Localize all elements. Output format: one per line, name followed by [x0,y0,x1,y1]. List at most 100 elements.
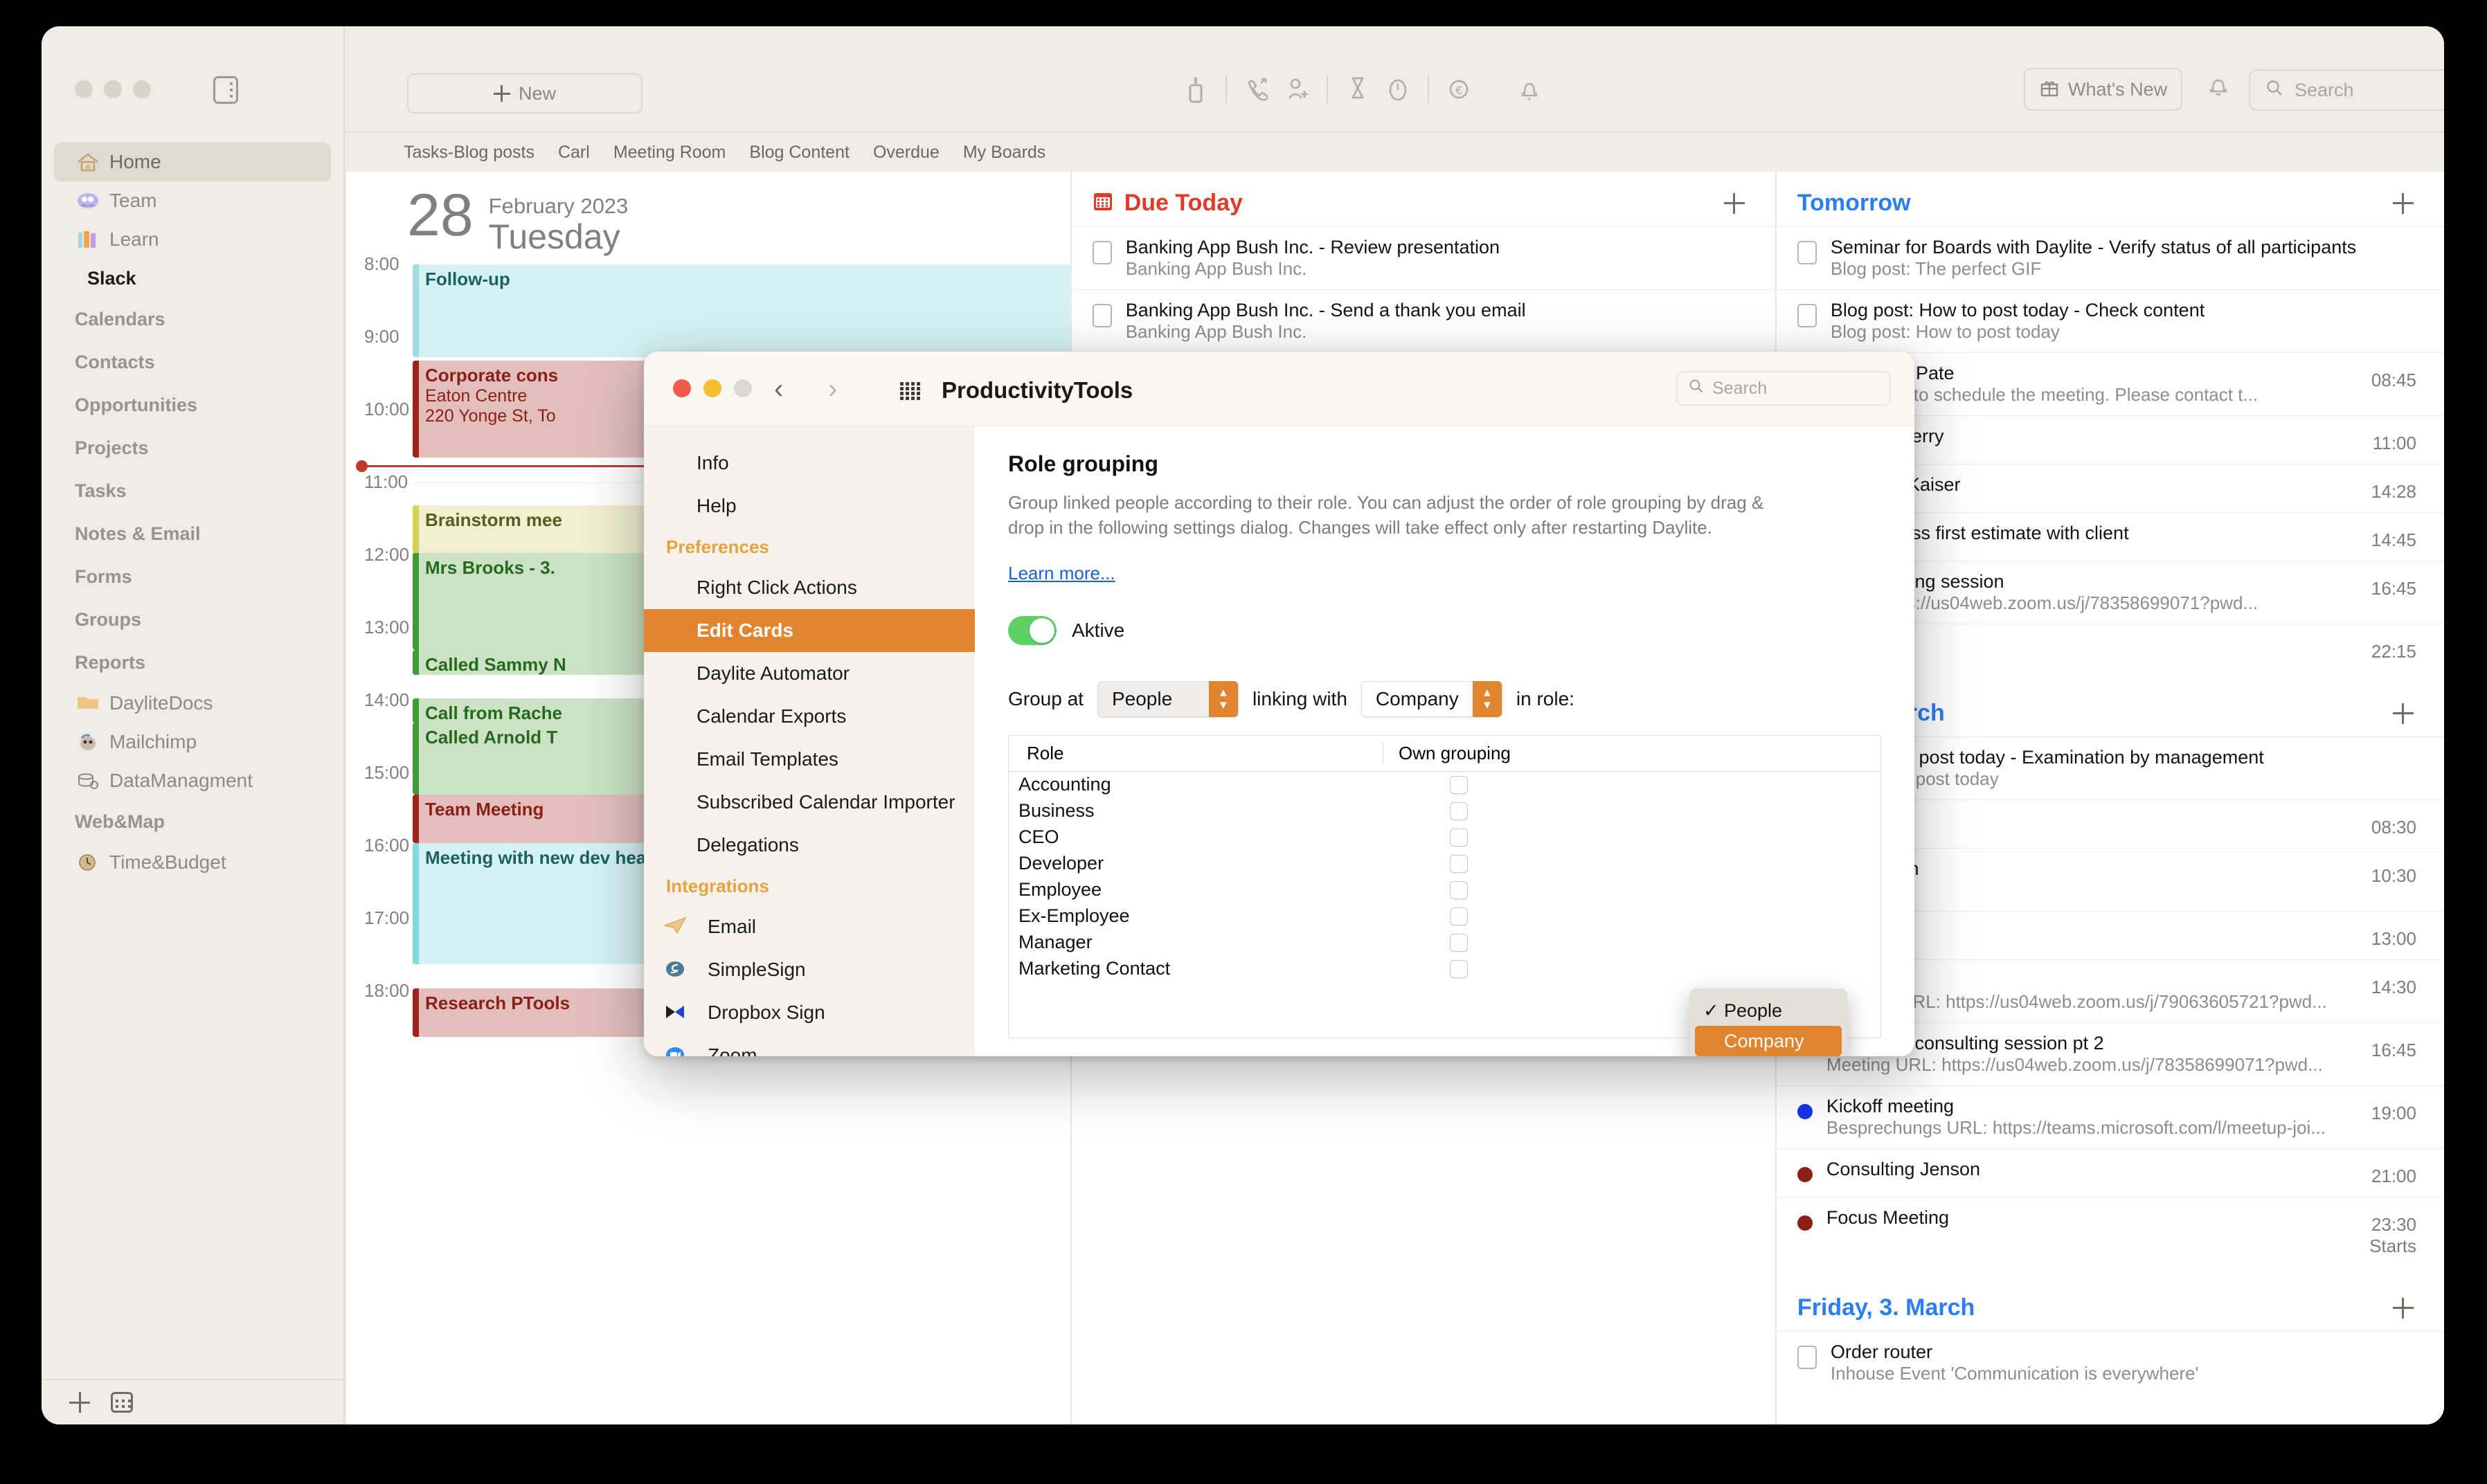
active-toggle[interactable] [1008,615,1057,645]
sidebar-item-time-budget[interactable]: Time&Budget [54,843,331,882]
sidebar-group-contacts[interactable]: Contacts [42,341,343,383]
list-item[interactable]: Kickoff meeting Besprechungs URL: https:/… [1776,1085,2444,1148]
sidebar-group-reports[interactable]: Reports [42,641,343,684]
table-row[interactable]: Manager [1009,930,1880,956]
task-checkbox[interactable] [1797,304,1817,327]
table-row[interactable]: CEO [1009,824,1880,851]
minimize-window-button[interactable] [104,80,122,98]
alarm-icon[interactable] [1509,68,1550,111]
task-checkbox[interactable] [1092,304,1112,327]
add-thursday-icon[interactable] [2392,703,2414,724]
forward-icon[interactable]: › [802,374,837,405]
list-item[interactable]: Banking App Bush Inc. - Send a thank you… [1071,289,1775,352]
modal-nav-item-right-click-actions[interactable]: Right Click Actions [644,566,975,609]
scanner-icon[interactable] [1176,68,1216,111]
table-row[interactable]: Developer [1009,851,1880,877]
list-item[interactable]: Order router Inhouse Event 'Communication… [1776,1331,2444,1394]
sidebar-group-calendars[interactable]: Calendars [42,298,343,341]
modal-traffic-lights[interactable] [673,379,752,397]
linking-with-select[interactable]: Company ▴ ▾ [1361,680,1502,717]
new-button[interactable]: New [407,73,643,114]
modal-nav-item-simplesign[interactable]: SimpleSign [644,948,975,991]
sidebar-group-webmap[interactable]: Web&Map [42,800,343,843]
own-grouping-checkbox[interactable] [1450,828,1468,847]
dropdown-option-people[interactable]: ✓ People [1695,995,1842,1026]
back-icon[interactable]: ‹ [774,374,783,405]
modal-nav-item-email-templates[interactable]: Email Templates [644,738,975,781]
dropdown-option-company[interactable]: Company [1695,1026,1842,1056]
tab-carl[interactable]: Carl [558,143,590,163]
sidebar-item-learn[interactable]: Learn [54,220,331,259]
list-item[interactable]: Seminar for Boards with Daylite - Verify… [1776,226,2444,289]
search-input[interactable]: Search [2249,69,2444,111]
sidebar-item-team[interactable]: Team [54,181,331,220]
own-grouping-checkbox[interactable] [1450,907,1468,925]
group-at-select[interactable]: People ▴ ▾ [1097,680,1239,717]
sidebar-item-datamanagment[interactable]: DataManagment [54,761,331,800]
table-row[interactable]: Employee [1009,877,1880,903]
bell-icon[interactable] [2207,73,2229,104]
modal-nav-item-email[interactable]: Email [644,905,975,948]
own-grouping-checkbox[interactable] [1450,880,1468,899]
add-friday-icon[interactable] [2392,1297,2414,1319]
modal-nav-item-subscribed-calendar-importer[interactable]: Subscribed Calendar Importer [644,781,975,824]
add-tomorrow-icon[interactable] [2392,192,2414,214]
calendar-icon[interactable] [111,1392,133,1413]
sidebar-group-groups[interactable]: Groups [42,598,343,641]
tab-blog-content[interactable]: Blog Content [749,143,850,163]
modal-nav-item-calendar-exports[interactable]: Calendar Exports [644,695,975,738]
list-item[interactable]: Focus Meeting 23:30 Starts [1776,1197,2444,1267]
sidebar-group-tasks[interactable]: Tasks [42,469,343,512]
modal-nav-item-info[interactable]: Info [644,442,975,485]
window-traffic-lights[interactable] [75,80,151,98]
list-item[interactable]: Consulting Jenson 21:00 [1776,1148,2444,1197]
modal-nav-item-zoom[interactable]: Zoom [644,1034,975,1056]
modal-nav-item-dropbox-sign[interactable]: Dropbox Sign [644,991,975,1034]
add-contact-icon[interactable] [1277,68,1317,111]
sidebar-toggle-icon[interactable] [213,76,238,104]
sidebar-item-daylitedocs[interactable]: DayliteDocs [54,684,331,723]
table-row[interactable]: Marketing Contact [1009,956,1880,982]
table-row[interactable]: Business [1009,798,1880,824]
add-due-today-icon[interactable] [1723,192,1745,214]
table-row[interactable]: Accounting [1009,772,1880,798]
list-item[interactable]: Blog post: How to post today - Check con… [1776,289,2444,352]
hourglass-icon[interactable] [1338,68,1378,111]
own-grouping-checkbox[interactable] [1450,802,1468,820]
calendar-event[interactable]: Follow-up [413,264,1070,357]
euro-icon[interactable]: € [1439,68,1479,111]
own-grouping-checkbox[interactable] [1450,959,1468,978]
task-checkbox[interactable] [1797,241,1817,264]
task-checkbox[interactable] [1797,1346,1817,1369]
tab-tasks-blog-posts[interactable]: Tasks-Blog posts [404,143,535,163]
sidebar-item-home[interactable]: Home [54,143,331,181]
sidebar-group-forms[interactable]: Forms [42,555,343,598]
timer-icon[interactable] [1378,68,1418,111]
maximize-window-button[interactable] [133,80,151,98]
sidebar-group-notes-email[interactable]: Notes & Email [42,512,343,555]
add-icon[interactable] [69,1392,90,1413]
modal-nav-item-daylite-automator[interactable]: Daylite Automator [644,652,975,695]
modal-nav-item-delegations[interactable]: Delegations [644,824,975,867]
sidebar-group-projects[interactable]: Projects [42,426,343,469]
task-checkbox[interactable] [1092,241,1112,264]
modal-nav-item-edit-cards[interactable]: Edit Cards [644,609,975,652]
tab-meeting-room[interactable]: Meeting Room [613,143,726,163]
modal-maximize-button[interactable] [734,379,752,397]
group-at-dropdown-menu[interactable]: ✓PeopleCompanyProjectOpportunity [1689,988,1847,1056]
own-grouping-checkbox[interactable] [1450,854,1468,873]
whats-new-button[interactable]: What's New [2024,68,2183,111]
grid-menu-icon[interactable] [900,382,924,403]
modal-close-button[interactable] [673,379,691,397]
call-icon[interactable] [1237,68,1277,111]
modal-minimize-button[interactable] [703,379,721,397]
sidebar-item-slack[interactable]: Slack [54,259,331,298]
close-window-button[interactable] [75,80,93,98]
tab-overdue[interactable]: Overdue [873,143,940,163]
list-item[interactable]: Banking App Bush Inc. - Review presentat… [1071,226,1775,289]
learn-more-link[interactable]: Learn more... [1008,563,1115,584]
sidebar-group-opportunities[interactable]: Opportunities [42,383,343,426]
sidebar-item-mailchimp[interactable]: Mailchimp [54,723,331,761]
own-grouping-checkbox[interactable] [1450,933,1468,952]
table-row[interactable]: Ex-Employee [1009,903,1880,930]
